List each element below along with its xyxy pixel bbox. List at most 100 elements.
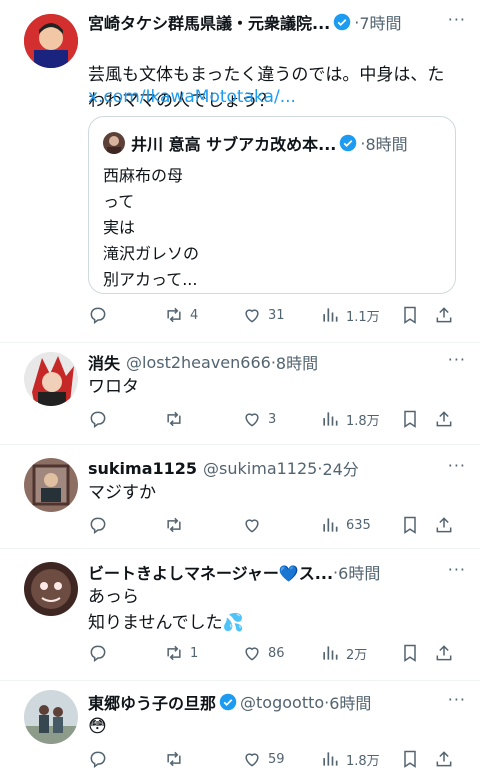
views-chart-icon <box>323 412 338 426</box>
reply-icon <box>90 411 106 428</box>
like-count: 86 <box>268 645 285 661</box>
display-name[interactable]: 消失 <box>88 350 120 374</box>
like-button[interactable]: 59 <box>242 748 285 770</box>
display-name[interactable]: ビートきよしマネージャー💙ス... <box>88 560 333 584</box>
views-button[interactable]: 1.8万 <box>320 748 380 770</box>
display-name[interactable]: sukima1125 <box>88 459 197 478</box>
reply-icon <box>90 517 106 534</box>
display-name[interactable]: 宮崎タケシ群馬県議・元衆議院... <box>88 10 330 34</box>
reply-button[interactable] <box>88 748 114 770</box>
retweet-icon <box>167 645 181 661</box>
avatar[interactable] <box>24 14 78 68</box>
tweet[interactable]: 消失 @lost2heaven666 · 8時間 ワロタ 3 1.8万 ··· <box>0 342 480 445</box>
avatar-photo <box>24 352 78 406</box>
views-button[interactable]: 2万 <box>320 642 367 664</box>
tweet-text: あっら 知りませんでした💦 <box>88 587 244 633</box>
reply-button[interactable] <box>88 642 114 664</box>
views-count: 635 <box>346 517 371 533</box>
quote-text: 西麻布の母 って 実は 滝沢ガレソの 別アカって... <box>103 166 200 289</box>
timestamp[interactable]: 6時間 <box>338 560 380 584</box>
retweet-count: 1 <box>190 645 199 661</box>
more-icon[interactable]: ··· <box>448 10 466 29</box>
more-icon[interactable]: ··· <box>448 560 466 579</box>
avatar[interactable] <box>24 562 78 616</box>
views-chart-icon <box>323 752 338 766</box>
user-handle[interactable]: @sukima1125 <box>203 459 317 478</box>
retweet-button[interactable] <box>164 748 190 770</box>
views-button[interactable]: 1.8万 <box>320 408 380 430</box>
verified-badge-icon <box>219 693 237 711</box>
retweet-button[interactable]: 1 <box>164 642 198 664</box>
avatar-photo <box>24 14 78 68</box>
quote-avatar <box>103 132 125 154</box>
bookmark-icon <box>404 306 416 324</box>
share-button[interactable] <box>434 304 460 326</box>
user-handle[interactable]: @togootto <box>240 693 324 712</box>
like-count: 59 <box>268 751 285 767</box>
retweet-icon <box>167 411 181 427</box>
tweet-text: ワロタ <box>88 377 139 397</box>
like-count: 3 <box>268 411 277 427</box>
bookmark-button[interactable] <box>400 514 426 536</box>
user-handle[interactable]: @lost2heaven666 <box>126 353 271 372</box>
tweet-text: マジすか <box>88 483 156 503</box>
share-button[interactable] <box>434 642 460 664</box>
more-icon[interactable]: ··· <box>448 690 466 709</box>
heart-icon <box>245 647 259 661</box>
avatar[interactable] <box>24 458 78 512</box>
avatar-photo <box>24 458 78 512</box>
bookmark-button[interactable] <box>400 748 426 770</box>
tweet[interactable]: 宮崎タケシ群馬県議・元衆議院... · 7時間 ··· 芸風も文体もまったく違う… <box>0 0 480 343</box>
display-name[interactable]: 東郷ゆう子の旦那 <box>88 690 216 714</box>
retweet-button[interactable] <box>164 514 190 536</box>
reply-icon <box>90 751 106 768</box>
like-button[interactable]: 86 <box>242 642 285 664</box>
reply-button[interactable] <box>88 514 114 536</box>
views-chart-icon <box>323 308 338 322</box>
retweet-icon <box>167 517 181 533</box>
tweet[interactable]: sukima1125 @sukima1125 · 24分 マジすか 635 ··… <box>0 444 480 549</box>
share-button[interactable] <box>434 408 460 430</box>
quoted-tweet[interactable]: 井川 意高 サブアカ改め本... · 8時間 西麻布の母 って 実は 滝沢ガレソ… <box>88 116 456 294</box>
quote-display-name: 井川 意高 サブアカ改め本... <box>131 135 337 154</box>
share-icon <box>436 751 452 767</box>
timestamp[interactable]: 24分 <box>322 456 358 480</box>
more-icon[interactable]: ··· <box>448 350 466 369</box>
views-button[interactable]: 1.1万 <box>320 304 380 326</box>
views-button[interactable]: 635 <box>320 514 371 536</box>
tweet-link[interactable]: x.com/IkawaMototaka/... <box>88 84 466 110</box>
quote-timestamp: 8時間 <box>365 135 408 154</box>
like-button[interactable]: 31 <box>242 304 285 326</box>
tweet-text: 😳 <box>88 716 107 737</box>
views-count: 2万 <box>346 647 368 663</box>
views-chart-icon <box>323 646 338 660</box>
avatar[interactable] <box>24 352 78 406</box>
tweet[interactable]: 東郷ゆう子の旦那 @togootto · 6時間 😳 59 1.8万 ··· <box>0 680 480 778</box>
reply-button[interactable] <box>88 304 114 326</box>
like-button[interactable]: 3 <box>242 408 276 430</box>
retweet-button[interactable]: 4 <box>164 304 198 326</box>
timestamp[interactable]: 6時間 <box>329 690 371 714</box>
tweet[interactable]: ビートきよしマネージャー💙ス... · 6時間 あっら 知りませんでした💦 1 … <box>0 548 480 681</box>
bookmark-button[interactable] <box>400 304 426 326</box>
views-chart-icon <box>323 518 338 532</box>
retweet-button[interactable] <box>164 408 190 430</box>
like-button[interactable] <box>242 514 268 536</box>
bookmark-icon <box>404 644 416 662</box>
avatar-photo <box>24 690 78 744</box>
more-icon[interactable]: ··· <box>448 456 466 475</box>
reply-button[interactable] <box>88 408 114 430</box>
bookmark-icon <box>404 750 416 768</box>
avatar-photo <box>24 562 78 616</box>
heart-icon <box>245 413 259 427</box>
bookmark-button[interactable] <box>400 408 426 430</box>
avatar[interactable] <box>24 690 78 744</box>
views-count: 1.8万 <box>346 753 380 769</box>
share-button[interactable] <box>434 748 460 770</box>
bookmark-icon <box>404 516 416 534</box>
timestamp[interactable]: 8時間 <box>276 350 318 374</box>
bookmark-button[interactable] <box>400 642 426 664</box>
share-button[interactable] <box>434 514 460 536</box>
timestamp[interactable]: 7時間 <box>359 10 401 34</box>
heart-icon <box>245 519 259 533</box>
